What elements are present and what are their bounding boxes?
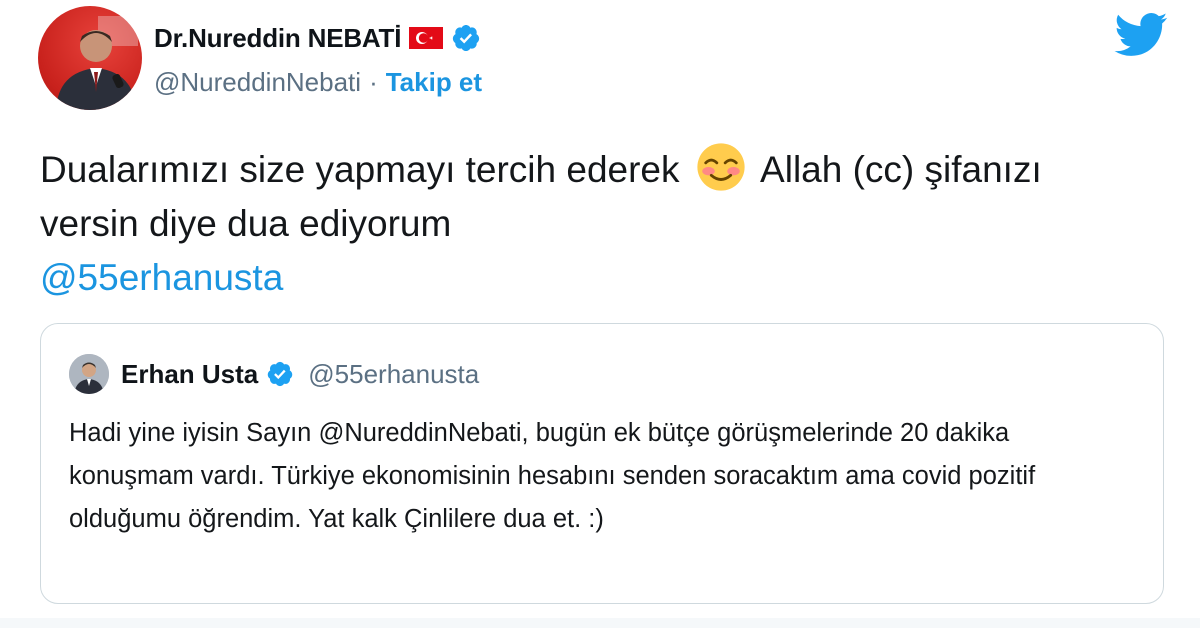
follow-button[interactable]: Takip et <box>386 67 482 98</box>
author-handle[interactable]: @NureddinNebati <box>154 67 361 98</box>
turkey-flag-icon <box>409 27 444 49</box>
quoted-author-name[interactable]: Erhan Usta <box>121 359 258 390</box>
author-handle-row: @NureddinNebati · Takip et <box>154 64 482 100</box>
tweet-mention-link[interactable]: @55erhanusta <box>40 257 283 298</box>
smiling-face-with-blush-emoji <box>697 143 745 191</box>
quoted-tweet-text: Hadi yine iyisin Sayın @NureddinNebati, … <box>69 419 1036 533</box>
tweet-text-part1: Dualarımızı size yapmayı tercih ederek <box>40 149 680 190</box>
quoted-author-handle[interactable]: @55erhanusta <box>308 359 479 390</box>
separator-dot: · <box>369 66 378 97</box>
verified-badge-icon <box>453 25 480 51</box>
quoted-tweet-card[interactable]: Erhan Usta @55erhanusta Hadi yine iyisin… <box>40 323 1164 604</box>
quoted-author-avatar[interactable] <box>69 354 109 394</box>
author-display-name[interactable]: Dr.Nureddin NEBATİ <box>154 23 401 54</box>
twitter-bird-icon[interactable] <box>1114 12 1168 58</box>
verified-badge-icon <box>268 361 293 387</box>
author-avatar[interactable] <box>38 6 142 110</box>
tweet-text: Dualarımızı size yapmayı tercih ederek A… <box>40 142 1140 305</box>
quoted-tweet-header: Erhan Usta @55erhanusta <box>121 354 479 394</box>
bottom-divider <box>0 618 1200 628</box>
author-name-row: Dr.Nureddin NEBATİ <box>154 18 481 58</box>
